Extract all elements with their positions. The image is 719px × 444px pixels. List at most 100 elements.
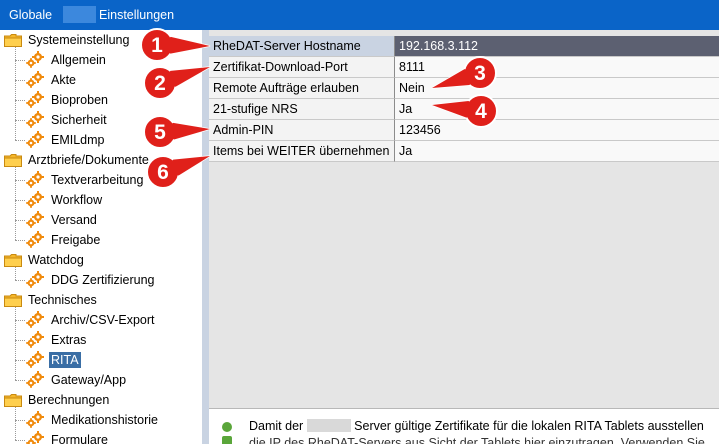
- gear-icon: [25, 271, 45, 289]
- tree-item-textverarbeitung[interactable]: Textverarbeitung: [0, 170, 202, 190]
- tree-connector: [15, 240, 25, 241]
- property-row[interactable]: RheDAT-Server Hostname 192.168.3.112: [209, 36, 719, 57]
- tree-connector: [15, 340, 25, 341]
- tree-connector: [15, 360, 25, 361]
- tree-connector: [15, 220, 25, 221]
- tree-connector: [15, 380, 25, 381]
- tree-item-versand[interactable]: Versand: [0, 210, 202, 230]
- tree-item-freigabe[interactable]: Freigabe: [0, 230, 202, 250]
- folder-icon: [4, 254, 22, 267]
- tree-item-label: Archiv/CSV-Export: [51, 313, 155, 327]
- property-name: Admin-PIN: [209, 120, 395, 141]
- tree-vertical-connector: [15, 167, 16, 240]
- tree-item-emildmp[interactable]: EMILdmp: [0, 130, 202, 150]
- tree-connector: [15, 140, 25, 141]
- gear-icon: [25, 71, 45, 89]
- tree-item-sicherheit[interactable]: Sicherheit: [0, 110, 202, 130]
- folder-icon: [4, 154, 22, 167]
- tree-item-bioproben[interactable]: Bioproben: [0, 90, 202, 110]
- tree-item-medikationshistorie[interactable]: Medikationshistorie: [0, 410, 202, 430]
- tree-item-label: Akte: [51, 73, 77, 87]
- tree-item-label: RITA: [49, 352, 81, 368]
- settings-tree: Systemeinstellung Allgemein Akte Bioproben S…: [0, 30, 202, 444]
- tree-group-label: Watchdog: [28, 253, 84, 267]
- gear-icon: [25, 171, 45, 189]
- description-suffix: Server gültige Zertifikate für die lokal…: [354, 419, 704, 433]
- tree-connector: [15, 320, 25, 321]
- gear-icon: [25, 91, 45, 109]
- tree-item-label: Versand: [51, 213, 97, 227]
- tree-vertical-connector: [15, 267, 16, 280]
- tree-connector: [15, 120, 25, 121]
- tree-item-label: Workflow: [51, 193, 103, 207]
- property-value[interactable]: 123456: [395, 120, 719, 141]
- tree-connector: [15, 420, 25, 421]
- property-name: 21-stufige NRS: [209, 99, 395, 120]
- property-value[interactable]: Ja: [395, 141, 719, 162]
- tree-item-label: Formulare: [51, 433, 108, 444]
- tree-vertical-connector: [15, 307, 16, 380]
- property-value[interactable]: 192.168.3.112: [395, 36, 719, 57]
- info-icon-secondary: [222, 436, 232, 444]
- window-titlebar: Globale Einstellungen: [0, 0, 719, 30]
- property-value[interactable]: Ja: [395, 99, 719, 120]
- folder-icon: [4, 294, 22, 307]
- tree-vertical-connector: [15, 47, 16, 140]
- property-name: Zertifikat-Download-Port: [209, 57, 395, 78]
- tree-item-label: Allgemein: [51, 53, 106, 67]
- tree-vertical-connector: [15, 407, 16, 440]
- property-row[interactable]: Zertifikat-Download-Port 8111: [209, 57, 719, 78]
- tree-item-extras[interactable]: Extras: [0, 330, 202, 350]
- tree-item-label: Sicherheit: [51, 113, 107, 127]
- tree-group-label: Systemeinstellung: [28, 33, 130, 47]
- tree-item-archiv-csv-export[interactable]: Archiv/CSV-Export: [0, 310, 202, 330]
- property-row[interactable]: Admin-PIN 123456: [209, 120, 719, 141]
- property-row[interactable]: 21-stufige NRS Ja: [209, 99, 719, 120]
- property-name: Items bei WEITER übernehmen: [209, 141, 395, 162]
- tree-connector: [15, 440, 25, 441]
- gear-icon: [25, 371, 45, 389]
- tree-item-workflow[interactable]: Workflow: [0, 190, 202, 210]
- redacted-text: [306, 419, 351, 432]
- tree-item-rita[interactable]: RITA: [0, 350, 202, 370]
- gear-icon: [25, 191, 45, 209]
- tree-connector: [15, 100, 25, 101]
- panel-splitter[interactable]: [202, 30, 209, 444]
- tree-group-label: Berechnungen: [28, 393, 110, 407]
- tree-connector: [15, 60, 25, 61]
- description-line-2: die IP des RheDAT-Servers aus Sicht der …: [249, 436, 705, 444]
- tree-item-label: Medikationshistorie: [51, 413, 158, 427]
- property-row[interactable]: Items bei WEITER übernehmen Ja: [209, 141, 719, 162]
- description-prefix: Damit der: [249, 419, 304, 433]
- tree-item-label: Gateway/App: [51, 373, 127, 387]
- tree-item-akte[interactable]: Akte: [0, 70, 202, 90]
- property-value[interactable]: Nein: [395, 78, 719, 99]
- tree-item-gateway-app[interactable]: Gateway/App: [0, 370, 202, 390]
- tree-group-systemeinstellung[interactable]: Systemeinstellung: [0, 30, 202, 50]
- gear-icon: [25, 111, 45, 129]
- gear-icon: [25, 51, 45, 69]
- gear-icon: [25, 331, 45, 349]
- tree-item-label: Extras: [51, 333, 87, 347]
- property-grid: RheDAT-Server Hostname 192.168.3.112 Zerti…: [209, 30, 719, 408]
- gear-icon: [25, 311, 45, 329]
- redacted-app-name: [63, 6, 96, 23]
- tree-group-watchdog[interactable]: Watchdog: [0, 250, 202, 270]
- info-icon: [222, 422, 232, 432]
- tree-connector: [15, 200, 25, 201]
- tree-item-allgemein[interactable]: Allgemein: [0, 50, 202, 70]
- tree-connector: [15, 280, 25, 281]
- tree-group-arztbriefe-dokumente[interactable]: Arztbriefe/Dokumente: [0, 150, 202, 170]
- window-title-suffix: Einstellungen: [99, 8, 175, 22]
- gear-icon: [25, 431, 45, 444]
- tree-item-label: Freigabe: [51, 233, 101, 247]
- tree-item-ddg-zertifizierung[interactable]: DDG Zertifizierung: [0, 270, 202, 290]
- tree-group-berechnungen[interactable]: Berechnungen: [0, 390, 202, 410]
- tree-item-formulare[interactable]: Formulare: [0, 430, 202, 444]
- property-value[interactable]: 8111: [395, 57, 719, 78]
- tree-connector: [15, 80, 25, 81]
- folder-icon: [4, 34, 22, 47]
- tree-group-technisches[interactable]: Technisches: [0, 290, 202, 310]
- property-name: RheDAT-Server Hostname: [209, 36, 395, 57]
- property-row[interactable]: Remote Aufträge erlauben Nein: [209, 78, 719, 99]
